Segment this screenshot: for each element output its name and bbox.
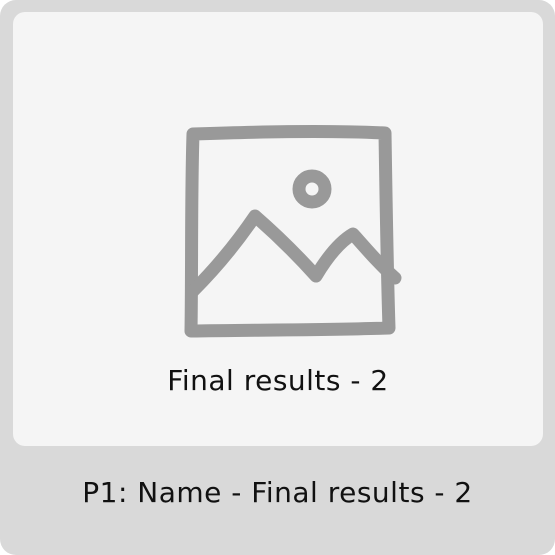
slide-preview[interactable]: Final results - 2 [13,12,543,446]
card-title[interactable]: P1: Name - Final results - 2 [0,476,555,509]
preview-caption: Final results - 2 [167,364,389,397]
image-placeholder-icon [184,124,402,338]
presentation-card[interactable]: Final results - 2 P1: Name - Final resul… [0,0,555,555]
